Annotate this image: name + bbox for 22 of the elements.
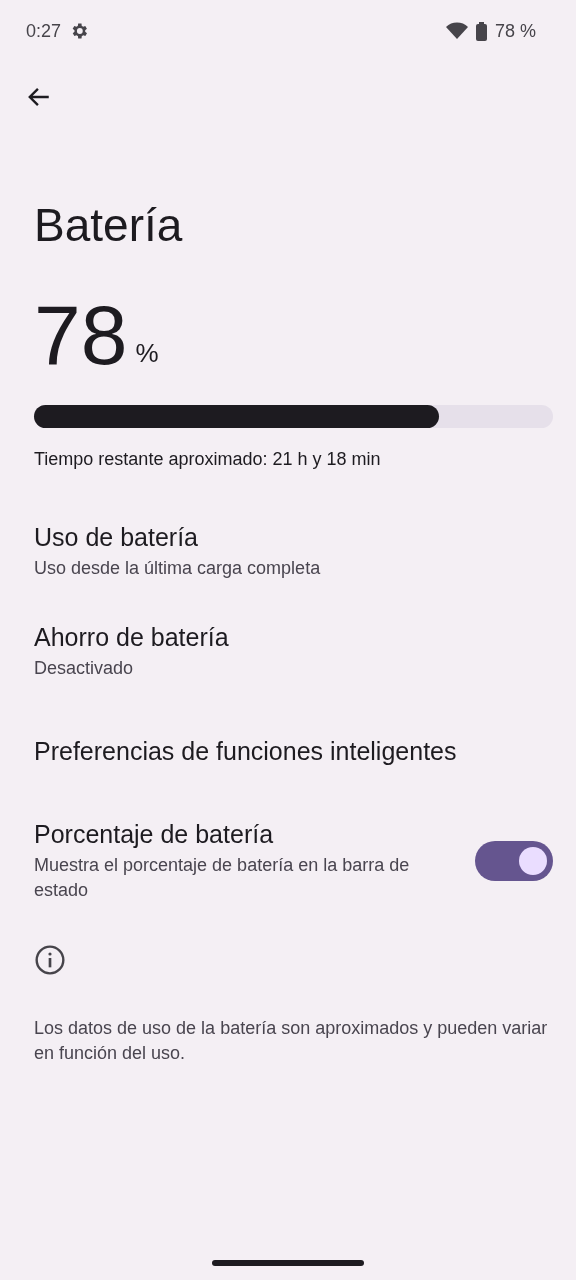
battery-level-value: 78: [34, 293, 128, 378]
setting-title: Ahorro de batería: [34, 621, 230, 652]
page-title: Batería: [34, 198, 184, 253]
setting-subtitle: Desactivado: [34, 656, 135, 680]
setting-subtitle: Uso desde la última carga completa: [34, 556, 322, 580]
setting-item[interactable]: Ahorro de batería Desactivado: [0, 601, 576, 702]
setting-title: Porcentaje de batería: [34, 819, 275, 850]
setting-subtitle: Muestra el porcentaje de batería en la barra de estado: [34, 854, 411, 903]
time-remaining-text: Tiempo restante aproximado: 21 h y 18 min: [34, 448, 382, 472]
battery-percentage: 78 %: [494, 19, 536, 43]
percent-unit: %: [135, 337, 159, 371]
footer-note: Los datos de uso de la batería son aproximados y pueden variar en función del uso.: [34, 1016, 549, 1065]
clock-time: 0:27: [26, 19, 62, 43]
setting-title: Uso de batería: [34, 521, 199, 552]
info-icon: [34, 943, 66, 976]
switch-setting-row[interactable]: Porcentaje de batería Muestra el porcentaje de batería en la barra de estado: [0, 801, 576, 922]
toggle-switch[interactable]: [475, 841, 553, 882]
battery-icon: [475, 21, 487, 41]
wifi-icon: [445, 22, 468, 40]
setting-item[interactable]: Preferencias de funciones inteligentes: [0, 701, 576, 802]
setting-item[interactable]: Uso de batería Uso desde la última carga completa: [0, 501, 576, 602]
setting-title: Preferencias de funciones inteligentes: [34, 736, 458, 767]
